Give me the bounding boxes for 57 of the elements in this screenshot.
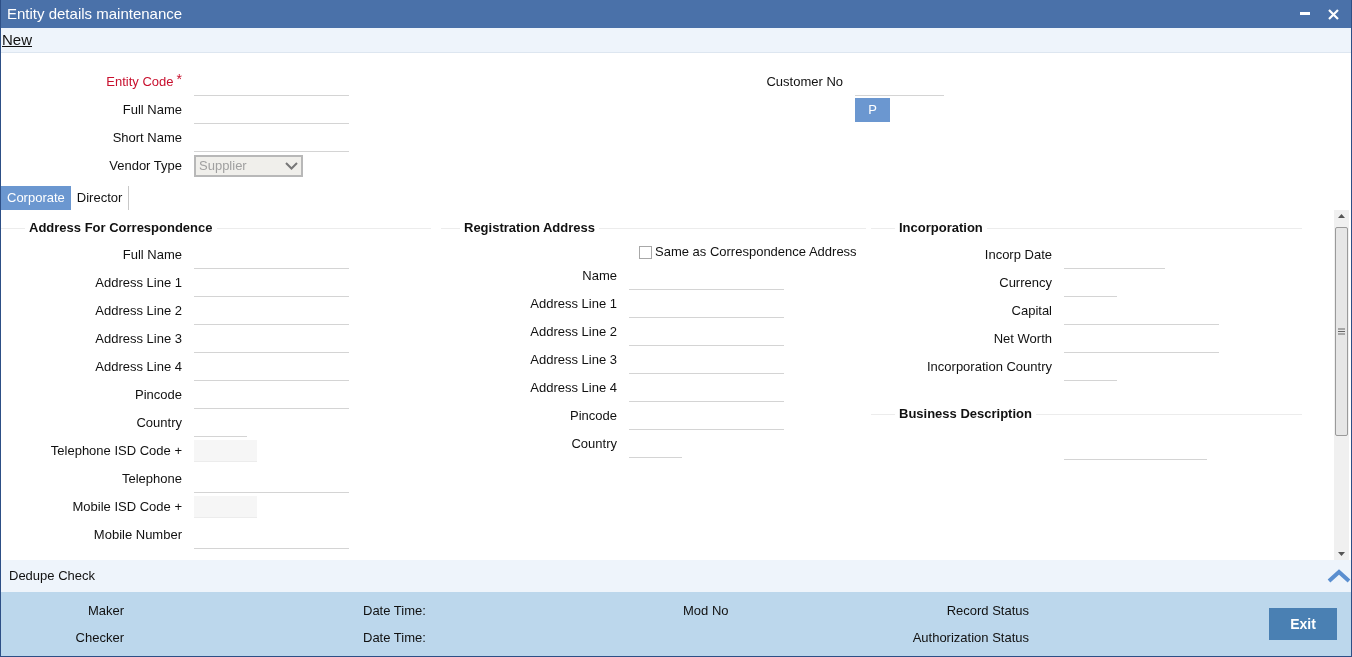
field-label: Currency	[998, 274, 1052, 293]
field-label: Telephone ISD Code +	[49, 442, 182, 461]
field-label: Mobile ISD Code +	[71, 498, 182, 517]
field-label: Vendor Type	[109, 157, 182, 176]
field-label: Pincode	[569, 407, 617, 426]
audit-label: Date Time:	[363, 601, 427, 620]
scroll-up-icon[interactable]	[1338, 214, 1345, 218]
window-title: Entity details maintenance	[7, 3, 183, 24]
field-label: Short Name	[112, 129, 182, 148]
field-label: Customer No	[765, 73, 843, 92]
field-label: Address Line 1	[529, 295, 617, 314]
field-label: Address Line 3	[529, 351, 617, 370]
tab[interactable]: Corporate	[1, 186, 71, 210]
field-label: Pincode	[134, 386, 182, 405]
field-label: Incorp Date	[983, 246, 1052, 265]
audit-label: Date Time:	[363, 628, 427, 647]
field-label: Full Name	[121, 246, 182, 265]
scrollbar-thumb[interactable]	[1335, 227, 1348, 436]
field-label: Telephone	[121, 470, 182, 489]
field-label: Address Line 3	[94, 330, 182, 349]
grip-icon	[1338, 328, 1345, 335]
audit-label: Mod No	[683, 602, 729, 618]
field-label: Entity Code	[106, 73, 174, 92]
field-label: Country	[570, 435, 617, 454]
field-label: Full Name	[122, 101, 182, 120]
field-label: Name	[581, 267, 617, 286]
scrollbar[interactable]	[1334, 210, 1349, 560]
audit-label: Record Status	[946, 601, 1029, 620]
section-heading: Incorporation	[898, 219, 984, 238]
close-icon[interactable]	[1328, 8, 1339, 20]
field-label: Net Worth	[992, 330, 1052, 349]
field-label: Capital	[1010, 302, 1052, 321]
section-heading: Business Description	[898, 405, 1033, 424]
chevron-up-icon[interactable]	[1327, 569, 1351, 583]
required-mark: *	[176, 70, 182, 90]
scroll-down-icon[interactable]	[1338, 552, 1345, 556]
field-label: Address Line 2	[94, 302, 182, 321]
dedupe-check-label: Dedupe Check	[9, 567, 95, 586]
field-label: Country	[135, 414, 182, 433]
section-heading: Address For Correspondence	[28, 219, 214, 238]
section-heading: Registration Address	[463, 219, 596, 238]
checkbox-label: Same as Correspondence Address	[655, 243, 857, 262]
field-label: Address Line 4	[529, 379, 617, 398]
audit-label: Maker	[86, 601, 124, 620]
field-label: Incorporation Country	[926, 358, 1052, 377]
field-label: Mobile Number	[92, 526, 182, 545]
exit-button[interactable]: Exit	[1269, 608, 1337, 640]
checkbox[interactable]	[639, 245, 652, 259]
field-label: Address Line 2	[529, 323, 617, 342]
field-label: Address Line 1	[94, 274, 182, 293]
audit-label: Authorization Status	[912, 628, 1029, 647]
minimize-icon[interactable]	[1300, 12, 1310, 16]
p-button[interactable]: P	[855, 98, 890, 122]
caret-icon	[285, 162, 298, 170]
new-link[interactable]: New	[1, 28, 32, 52]
audit-label: Checker	[74, 628, 124, 647]
field-label: Address Line 4	[94, 358, 182, 377]
